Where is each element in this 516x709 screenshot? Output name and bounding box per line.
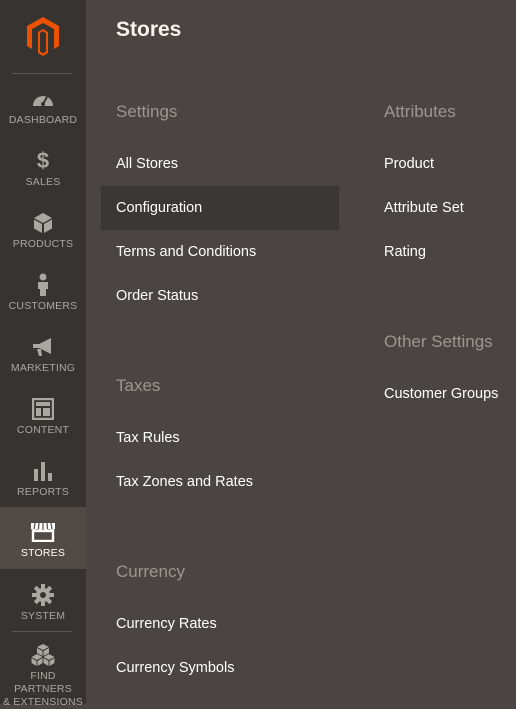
other-settings-heading: Other Settings [384, 332, 493, 351]
megaphone-icon [31, 335, 55, 359]
admin-sidebar: DASHBOARD $ SALES PRODUCTS CUSTOMERS MAR… [0, 0, 86, 708]
currency-heading: Currency [116, 562, 185, 581]
link-all-stores[interactable]: All Stores [116, 156, 178, 172]
nav-item-find-partners[interactable]: FIND PARTNERS & EXTENSIONS [0, 636, 86, 708]
link-tax-rules[interactable]: Tax Rules [116, 430, 180, 446]
panel-title: Stores [116, 18, 182, 41]
nav-label: STORES [20, 547, 66, 559]
nav-item-sales[interactable]: $ SALES [0, 140, 86, 202]
nav-item-content[interactable]: CONTENT [0, 388, 86, 450]
nav-label-line2: & EXTENSIONS [2, 696, 83, 708]
nav-label: PRODUCTS [12, 238, 74, 250]
link-rating[interactable]: Rating [384, 244, 426, 260]
nav-item-reports[interactable]: REPORTS [0, 450, 86, 512]
nav-item-stores[interactable]: STORES [0, 507, 86, 569]
nav-item-marketing[interactable]: MARKETING [0, 326, 86, 388]
taxes-heading: Taxes [116, 376, 161, 395]
bar-chart-icon [33, 459, 53, 483]
nav-label: REPORTS [17, 486, 69, 498]
storefront-icon [30, 520, 56, 544]
nav-item-dashboard[interactable]: DASHBOARD [0, 78, 86, 140]
cube-icon [33, 211, 53, 235]
nav-label: CUSTOMERS [8, 300, 78, 312]
link-currency-symbols[interactable]: Currency Symbols [116, 660, 234, 676]
link-product[interactable]: Product [384, 156, 434, 172]
dollar-icon: $ [36, 148, 50, 173]
nav-item-products[interactable]: PRODUCTS [0, 202, 86, 264]
link-terms-and-conditions[interactable]: Terms and Conditions [116, 244, 256, 260]
stores-panel: Stores Settings All Stores Configuration… [86, 0, 516, 704]
nav-label: CONTENT [16, 424, 70, 436]
nav-label: SALES [25, 176, 61, 188]
nav-item-system[interactable]: SYSTEM [0, 574, 86, 636]
nav-label: MARKETING [10, 362, 76, 374]
nav-label: DASHBOARD [8, 114, 78, 126]
nav-item-customers[interactable]: CUSTOMERS [0, 264, 86, 326]
link-attribute-set[interactable]: Attribute Set [384, 200, 464, 216]
nav-label: SYSTEM [20, 610, 66, 622]
magento-logo-icon [27, 17, 59, 56]
nav-divider [12, 631, 72, 632]
magento-logo[interactable] [0, 0, 86, 72]
settings-heading: Settings [116, 102, 178, 121]
link-currency-rates[interactable]: Currency Rates [116, 616, 217, 632]
gauge-icon [31, 87, 55, 111]
person-icon [36, 273, 50, 297]
nav-label: FIND PARTNERS & EXTENSIONS [0, 670, 86, 709]
gear-icon [32, 583, 54, 607]
link-tax-zones-and-rates[interactable]: Tax Zones and Rates [116, 474, 253, 490]
link-customer-groups[interactable]: Customer Groups [384, 386, 498, 402]
nav-divider [12, 73, 72, 74]
attributes-heading: Attributes [384, 102, 456, 121]
nav-label-line1: FIND PARTNERS [14, 670, 72, 695]
link-order-status[interactable]: Order Status [116, 288, 198, 304]
layout-icon [32, 397, 54, 421]
link-configuration[interactable]: Configuration [116, 200, 202, 216]
blocks-icon [30, 643, 56, 667]
